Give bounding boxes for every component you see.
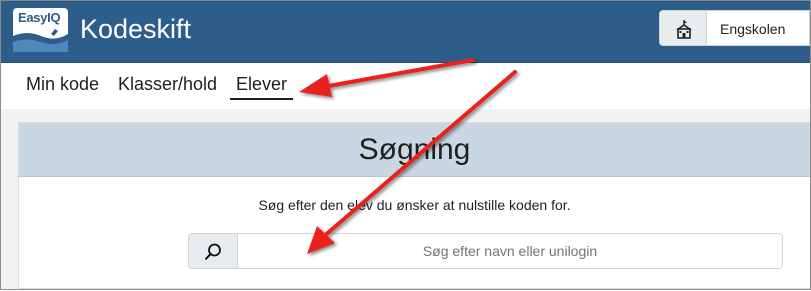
search-instruction: Søg efter den elev du ønsker at nulstill… xyxy=(258,197,571,213)
school-selector[interactable]: Engskolen xyxy=(707,10,810,46)
tab-min-kode[interactable]: Min kode xyxy=(26,74,99,95)
search-card: Søgning Søg efter den elev du ønsker at … xyxy=(18,122,810,289)
school-name: Engskolen xyxy=(720,21,786,37)
tab-klasser-hold[interactable]: Klasser/hold xyxy=(118,74,217,95)
main-nav: Min kode Klasser/hold Elever xyxy=(1,63,810,109)
app-header: EasyIQ Kodeskift Engskolen xyxy=(1,1,810,63)
school-icon-button[interactable] xyxy=(659,10,707,46)
card-header: Søgning xyxy=(19,123,810,177)
card-title: Søgning xyxy=(358,133,471,166)
app-title: Kodeskift xyxy=(80,14,192,44)
tab-elever[interactable]: Elever xyxy=(230,74,294,100)
search-input[interactable] xyxy=(237,233,783,269)
logo-text: EasyIQ xyxy=(18,10,61,25)
search-button[interactable] xyxy=(188,233,238,269)
easyiq-logo: EasyIQ xyxy=(13,8,68,52)
